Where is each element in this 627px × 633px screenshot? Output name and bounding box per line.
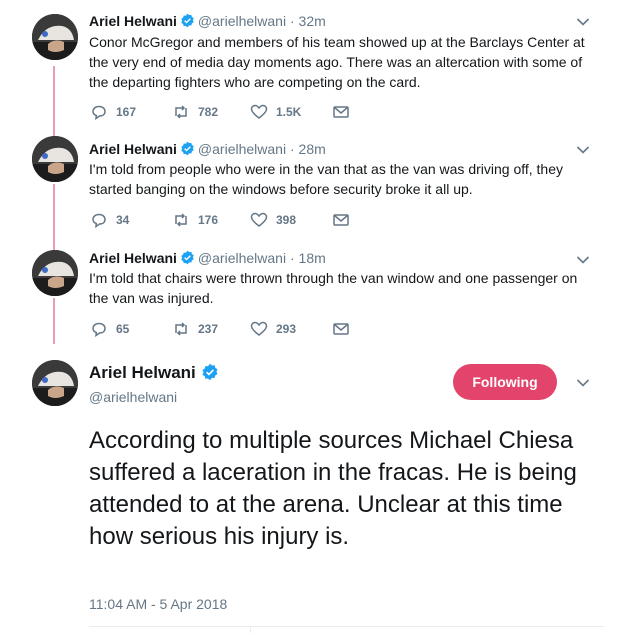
avatar[interactable] [32,14,78,60]
verified-badge-icon [201,363,219,381]
reply-icon [90,321,108,337]
chevron-down-icon[interactable] [576,378,590,388]
heart-icon [250,321,268,337]
retweet-button[interactable]: 237 [172,321,218,337]
like-count: 293 [276,322,297,336]
envelope-icon [332,321,350,337]
like-button[interactable]: 1.5K [250,104,301,120]
tweet-text: Conor McGregor and members of his team s… [89,34,585,90]
like-button[interactable]: 293 [250,321,296,337]
tweet-time[interactable]: 32m [299,13,326,29]
chevron-down-icon[interactable] [576,145,590,155]
avatar[interactable] [32,250,78,296]
divider [250,626,251,633]
heart-icon [250,212,268,228]
retweet-icon [172,212,190,228]
divider [89,626,604,627]
separator-dot: · [289,13,295,29]
chevron-down-icon[interactable] [576,255,590,265]
like-count: 398 [276,213,297,227]
verified-badge-icon [180,250,195,265]
tweet-text: I'm told that chairs were thrown through… [89,270,578,306]
reply-count: 65 [116,322,130,336]
retweet-count: 237 [198,322,219,336]
thread-connector [53,184,55,250]
reply-count: 167 [116,105,137,119]
reply-icon [90,212,108,228]
thread-connector [53,298,55,344]
reply-button[interactable]: 65 [90,321,129,337]
tweet-text: I'm told from people who were in the van… [89,161,564,197]
author-name[interactable]: Ariel Helwani [89,250,177,266]
avatar[interactable] [32,136,78,182]
author-handle[interactable]: @arielhelwani [198,250,286,266]
retweet-icon [172,321,190,337]
dm-button[interactable] [332,104,350,120]
dm-button[interactable] [332,212,350,228]
verified-badge-icon [180,141,195,156]
thread-connector [53,66,55,136]
author-handle[interactable]: @arielhelwani [198,141,286,157]
tweet-time[interactable]: 28m [299,141,326,157]
retweet-icon [172,104,190,120]
heart-icon [250,104,268,120]
retweet-count: 176 [198,213,219,227]
tweet-time[interactable]: 18m [299,250,326,266]
reply-icon [90,104,108,120]
tweet-timestamp[interactable]: 11:04 AM - 5 Apr 2018 [89,596,227,612]
author-name[interactable]: Ariel Helwani [89,13,177,29]
author-name-row: Ariel Helwani [89,363,219,383]
reply-button[interactable]: 167 [90,104,136,120]
envelope-icon [332,212,350,228]
author-name[interactable]: Ariel Helwani [89,141,177,157]
envelope-icon [332,104,350,120]
retweet-button[interactable]: 176 [172,212,218,228]
reply-count: 34 [116,213,130,227]
main-tweet-text: According to multiple sources Michael Ch… [89,427,577,550]
author-handle[interactable]: @arielhelwani [89,389,177,405]
author-name[interactable]: Ariel Helwani [89,363,196,382]
verified-badge-icon [180,13,195,28]
retweet-button[interactable]: 782 [172,104,218,120]
separator-dot: · [289,141,295,157]
separator-dot: · [289,250,295,266]
avatar[interactable] [32,360,78,406]
reply-button[interactable]: 34 [90,212,129,228]
like-count: 1.5K [276,105,302,119]
chevron-down-icon[interactable] [576,17,590,27]
following-button[interactable]: Following [453,364,557,400]
dm-button[interactable] [332,321,350,337]
author-handle[interactable]: @arielhelwani [198,13,286,29]
like-button[interactable]: 398 [250,212,296,228]
retweet-count: 782 [198,105,219,119]
